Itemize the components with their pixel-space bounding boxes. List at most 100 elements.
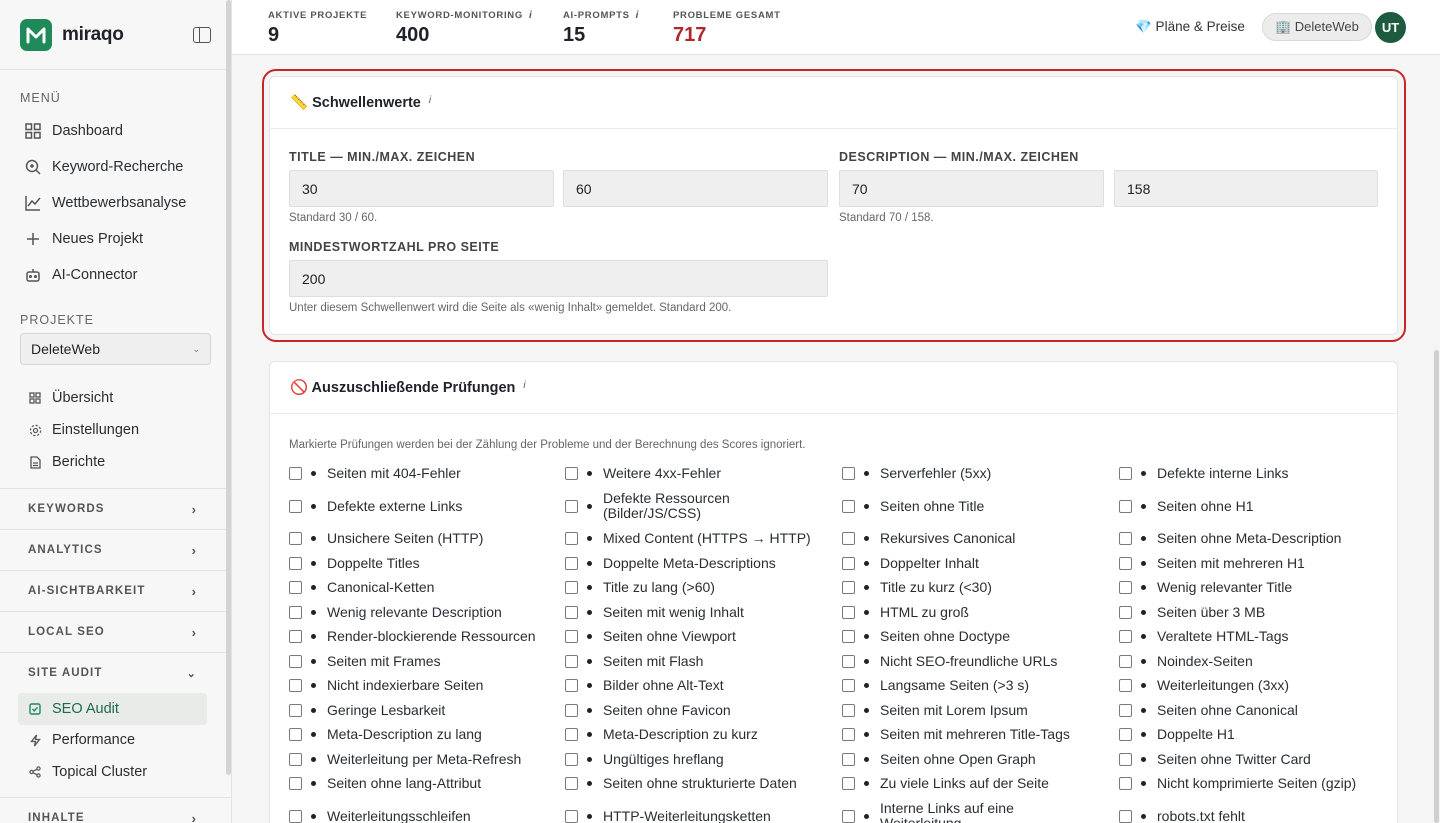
exclusion-check-item[interactable]: Langsame Seiten (>3 s)	[842, 673, 1107, 697]
exclusion-check-item[interactable]: Noindex-Seiten	[1119, 649, 1399, 673]
exclusion-check-item[interactable]: Seiten mit Flash	[565, 649, 830, 673]
group-local-seo[interactable]: LOCAL SEO ›	[0, 611, 231, 652]
nav-wettbewerbsanalyse[interactable]: Wettbewerbsanalyse	[0, 185, 231, 221]
exclusion-checkbox[interactable]	[289, 776, 302, 790]
exclusion-checkbox[interactable]	[289, 654, 302, 668]
info-icon[interactable]: i	[529, 10, 532, 21]
plans-link[interactable]: 💎 Pläne & Preise	[1135, 19, 1245, 35]
main-scrollbar[interactable]	[1434, 350, 1439, 823]
group-site-audit[interactable]: SITE AUDIT ⌄	[0, 652, 231, 693]
sidebar-toggle-icon[interactable]	[193, 26, 211, 43]
exclusion-checkbox[interactable]	[289, 809, 302, 823]
nav-dashboard[interactable]: Dashboard	[0, 113, 231, 149]
exclusion-checkbox[interactable]	[565, 580, 578, 594]
exclusion-check-item[interactable]: Seiten ohne lang-Attribut	[289, 771, 554, 795]
group-analytics[interactable]: ANALYTICS ›	[0, 529, 231, 570]
exclusion-checkbox[interactable]	[565, 531, 578, 545]
group-inhalte[interactable]: INHALTE ›	[0, 797, 231, 823]
exclusion-checkbox[interactable]	[1119, 605, 1132, 619]
exclusion-checkbox[interactable]	[1119, 678, 1132, 692]
exclusion-checkbox[interactable]	[565, 776, 578, 790]
exclusion-checkbox[interactable]	[565, 727, 578, 741]
exclusion-check-item[interactable]: Doppelter Inhalt	[842, 551, 1107, 575]
exclusion-check-item[interactable]: Seiten ohne Viewport	[565, 624, 830, 648]
exclusion-checkbox[interactable]	[289, 499, 302, 513]
exclusion-checkbox[interactable]	[842, 466, 855, 480]
exclusion-checkbox[interactable]	[289, 703, 302, 717]
exclusion-checkbox[interactable]	[565, 629, 578, 643]
exclusion-check-item[interactable]: Nicht indexierbare Seiten	[289, 673, 554, 697]
exclusion-check-item[interactable]: HTML zu groß	[842, 600, 1107, 624]
exclusion-check-item[interactable]: Rekursives Canonical	[842, 526, 1107, 550]
exclusion-check-item[interactable]: Seiten ohne Title	[842, 490, 1107, 522]
project-select[interactable]: DeleteWeb ⌄	[20, 333, 211, 365]
exclusion-checkbox[interactable]	[842, 703, 855, 717]
exclusion-check-item[interactable]: Defekte externe Links	[289, 490, 554, 522]
exclusion-checkbox[interactable]	[565, 466, 578, 480]
exclusion-checkbox[interactable]	[565, 752, 578, 766]
description-min-input[interactable]	[839, 170, 1104, 207]
exclusion-check-item[interactable]: robots.txt fehlt	[1119, 800, 1399, 823]
exclusion-check-item[interactable]: HTTP-Weiterleitungsketten	[565, 800, 830, 823]
exclusion-checkbox[interactable]	[565, 809, 578, 823]
info-icon[interactable]: i	[523, 380, 525, 391]
exclusion-checkbox[interactable]	[842, 499, 855, 513]
exclusion-checkbox[interactable]	[565, 654, 578, 668]
exclusion-checkbox[interactable]	[1119, 703, 1132, 717]
exclusion-check-item[interactable]: Title zu kurz (<30)	[842, 575, 1107, 599]
exclusion-check-item[interactable]: Wenig relevante Description	[289, 600, 554, 624]
exclusion-checkbox[interactable]	[565, 703, 578, 717]
nav-einstellungen[interactable]: Einstellungen	[0, 414, 231, 446]
exclusion-checkbox[interactable]	[289, 629, 302, 643]
exclusion-checkbox[interactable]	[289, 466, 302, 480]
exclusion-checkbox[interactable]	[842, 727, 855, 741]
exclusion-checkbox[interactable]	[1119, 556, 1132, 570]
exclusion-check-item[interactable]: Nicht komprimierte Seiten (gzip)	[1119, 771, 1399, 795]
exclusion-checkbox[interactable]	[289, 752, 302, 766]
nav-neues-projekt[interactable]: Neues Projekt	[0, 221, 231, 257]
nav-seo-audit[interactable]: SEO Audit	[18, 693, 207, 725]
exclusion-checkbox[interactable]	[1119, 499, 1132, 513]
project-switcher-button[interactable]: 🏢 DeleteWeb	[1262, 13, 1372, 41]
exclusion-check-item[interactable]: Seiten mit mehreren H1	[1119, 551, 1399, 575]
exclusion-check-item[interactable]: Geringe Lesbarkeit	[289, 698, 554, 722]
exclusion-check-item[interactable]: Seiten mit Frames	[289, 649, 554, 673]
exclusion-check-item[interactable]: Render-blockierende Ressourcen	[289, 624, 554, 648]
exclusion-check-item[interactable]: Doppelte Meta-Descriptions	[565, 551, 830, 575]
info-icon[interactable]: i	[636, 10, 639, 21]
title-min-input[interactable]	[289, 170, 554, 207]
exclusion-check-item[interactable]: Seiten über 3 MB	[1119, 600, 1399, 624]
avatar[interactable]: UT	[1375, 12, 1406, 43]
exclusion-check-item[interactable]: Title zu lang (>60)	[565, 575, 830, 599]
exclusion-checkbox[interactable]	[842, 629, 855, 643]
exclusion-check-item[interactable]: Weiterleitung per Meta-Refresh	[289, 747, 554, 771]
exclusion-check-item[interactable]: Seiten mit 404-Fehler	[289, 461, 554, 485]
exclusion-checkbox[interactable]	[1119, 654, 1132, 668]
exclusion-check-item[interactable]: Meta-Description zu lang	[289, 722, 554, 746]
exclusion-checkbox[interactable]	[842, 654, 855, 668]
exclusion-check-item[interactable]: Seiten ohne Twitter Card	[1119, 747, 1399, 771]
exclusion-check-item[interactable]: Zu viele Links auf der Seite	[842, 771, 1107, 795]
exclusion-checkbox[interactable]	[289, 580, 302, 594]
exclusion-checkbox[interactable]	[1119, 809, 1132, 823]
exclusion-check-item[interactable]: Seiten ohne Canonical	[1119, 698, 1399, 722]
exclusion-check-item[interactable]: Seiten ohne strukturierte Daten	[565, 771, 830, 795]
exclusion-check-item[interactable]: Seiten ohne Doctype	[842, 624, 1107, 648]
exclusion-check-item[interactable]: Doppelte H1	[1119, 722, 1399, 746]
exclusion-check-item[interactable]: Wenig relevanter Title	[1119, 575, 1399, 599]
exclusion-check-item[interactable]: Defekte Ressourcen (Bilder/JS/CSS)	[565, 490, 830, 522]
exclusion-checkbox[interactable]	[565, 499, 578, 513]
exclusion-checkbox[interactable]	[565, 605, 578, 619]
exclusion-checkbox[interactable]	[1119, 629, 1132, 643]
exclusion-check-item[interactable]: Nicht SEO-freundliche URLs	[842, 649, 1107, 673]
exclusion-checkbox[interactable]	[842, 605, 855, 619]
exclusion-checkbox[interactable]	[842, 556, 855, 570]
exclusion-check-item[interactable]: Seiten mit mehreren Title-Tags	[842, 722, 1107, 746]
exclusion-checkbox[interactable]	[1119, 727, 1132, 741]
exclusion-checkbox[interactable]	[842, 531, 855, 545]
exclusion-check-item[interactable]: Weitere 4xx-Fehler	[565, 461, 830, 485]
exclusion-checkbox[interactable]	[1119, 580, 1132, 594]
nav-keyword-recherche[interactable]: Keyword-Recherche	[0, 149, 231, 185]
exclusion-check-item[interactable]: Seiten ohne Open Graph	[842, 747, 1107, 771]
nav-ai-connector[interactable]: AI-Connector	[0, 257, 231, 293]
